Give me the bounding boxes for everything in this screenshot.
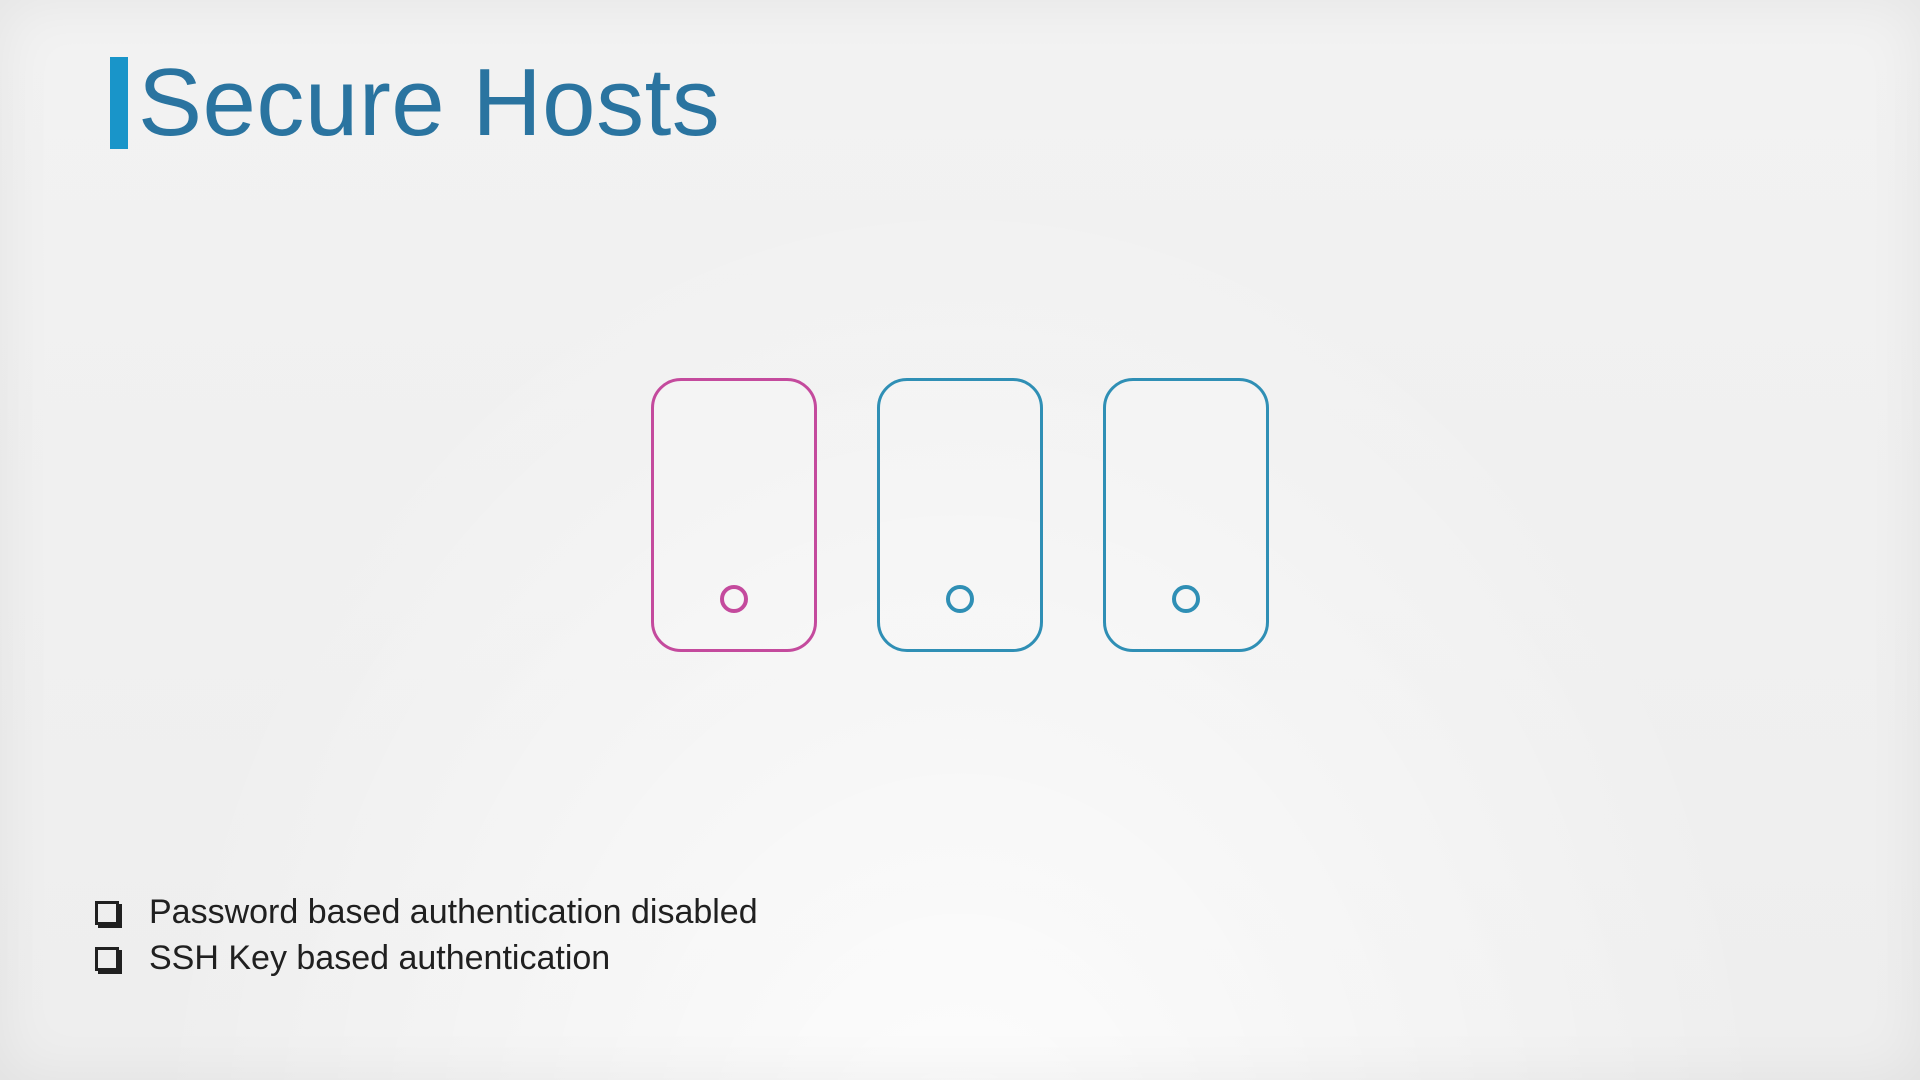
hosts-row — [651, 378, 1269, 652]
slide-title-row: Secure Hosts — [110, 55, 720, 151]
title-accent-bar — [110, 57, 128, 149]
checkbox-empty-icon — [95, 947, 119, 971]
host-indicator-icon — [1172, 585, 1200, 613]
slide: Secure Hosts Password based authenticati… — [0, 0, 1920, 1080]
checkbox-empty-icon — [95, 901, 119, 925]
host-indicator-icon — [946, 585, 974, 613]
slide-title: Secure Hosts — [138, 55, 720, 151]
checklist: Password based authentication disabled S… — [95, 890, 758, 982]
host-icon — [877, 378, 1043, 652]
checklist-item: SSH Key based authentication — [95, 936, 758, 982]
checklist-item-label: Password based authentication disabled — [149, 890, 758, 936]
checklist-item-label: SSH Key based authentication — [149, 936, 610, 982]
host-icon — [1103, 378, 1269, 652]
host-icon — [651, 378, 817, 652]
checklist-item: Password based authentication disabled — [95, 890, 758, 936]
host-indicator-icon — [720, 585, 748, 613]
